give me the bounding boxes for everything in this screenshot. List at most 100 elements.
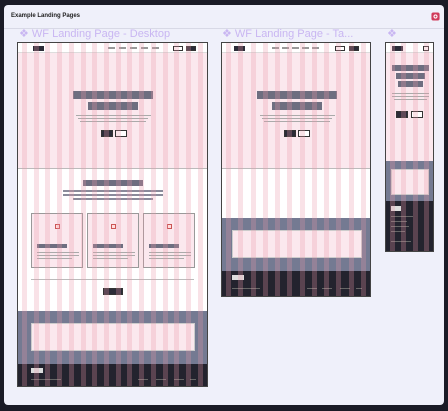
nav-link[interactable] [108, 47, 115, 49]
nav-cta-button[interactable] [349, 46, 359, 51]
nav-link[interactable] [282, 47, 289, 49]
footer-link[interactable] [391, 216, 413, 217]
hero-secondary-button[interactable] [115, 130, 127, 137]
frame-tablet[interactable] [221, 42, 371, 297]
hero-heading-line [272, 102, 322, 110]
footer-link[interactable] [190, 379, 196, 380]
nav-link[interactable] [312, 47, 319, 49]
section-divider [222, 168, 370, 169]
feature-card-text [93, 255, 135, 256]
tablet-footer [222, 271, 370, 296]
nav-link[interactable] [272, 47, 279, 49]
footer-link[interactable] [307, 288, 317, 289]
nav-link[interactable] [141, 47, 148, 49]
tablet-media-section [222, 218, 370, 273]
nav-link[interactable] [130, 47, 137, 49]
footer-link[interactable] [340, 288, 350, 289]
footer-link[interactable] [391, 221, 407, 222]
hero-heading-line [73, 91, 153, 99]
features-text-line [63, 190, 163, 192]
frame-desktop[interactable] [17, 42, 208, 387]
hero-secondary-button[interactable] [411, 111, 423, 118]
tablet-nav [222, 43, 370, 53]
feature-card[interactable] [87, 213, 139, 268]
footer-link[interactable] [138, 379, 148, 380]
hero-subtext-line [262, 118, 332, 119]
footer-copyright [391, 241, 411, 242]
feature-card-title [37, 244, 67, 248]
frame-label-tablet[interactable]: ❖ WF Landing Page - Ta... [222, 27, 368, 40]
nav-cta-button[interactable] [186, 46, 196, 51]
feature-card-icon [167, 224, 172, 229]
section-divider [18, 168, 207, 169]
feature-card-text [93, 252, 135, 253]
mobile-logo [392, 46, 403, 51]
hero-heading-line [257, 91, 337, 99]
content-placeholder [232, 183, 362, 211]
feature-card[interactable] [31, 213, 83, 268]
hero-primary-button[interactable] [396, 111, 408, 118]
feature-card-title [93, 244, 123, 248]
feature-card-title [149, 244, 179, 248]
footer-link[interactable] [391, 231, 405, 232]
hero-heading-line [396, 73, 425, 79]
nav-link[interactable] [152, 47, 159, 49]
footer-link[interactable] [391, 226, 409, 227]
footer-link[interactable] [156, 379, 166, 380]
hero-heading-line [88, 102, 138, 110]
hero-subtext-line [392, 93, 429, 94]
feature-card-text [37, 255, 79, 256]
plugin-icon[interactable] [431, 12, 440, 21]
frame-mobile[interactable] [385, 42, 434, 252]
feature-card-text [93, 258, 128, 259]
feature-card-text [149, 258, 184, 259]
feature-card-icon [111, 224, 116, 229]
feature-card[interactable] [143, 213, 195, 268]
hero-primary-button[interactable] [284, 130, 296, 137]
frame-label-mobile[interactable]: ❖ [387, 27, 434, 40]
nav-link[interactable] [302, 47, 309, 49]
footer-link[interactable] [322, 288, 332, 289]
hero-subtext-line [260, 115, 335, 116]
footer-logo [232, 275, 244, 280]
desktop-footer [18, 364, 207, 386]
footer-logo [391, 206, 401, 211]
hero-heading-line [392, 65, 429, 71]
nav-link[interactable] [119, 47, 126, 49]
desktop-nav [18, 43, 207, 53]
hero-heading-line [398, 81, 423, 87]
feature-card-text [37, 258, 72, 259]
footer-link[interactable] [174, 379, 184, 380]
example-landing-pages-panel: Example Landing Pages ❖ WF Landing Page … [4, 5, 444, 405]
footer-copyright [31, 379, 61, 380]
media-placeholder [232, 230, 362, 258]
frame-label-desktop[interactable]: ❖ WF Landing Page - Desktop [19, 27, 199, 40]
menu-button[interactable] [423, 46, 429, 51]
feature-card-text [37, 252, 79, 253]
mobile-footer [386, 201, 433, 251]
tablet-logo [234, 46, 245, 51]
panel-header: Example Landing Pages [4, 5, 444, 29]
panel-title: Example Landing Pages [11, 13, 81, 19]
mobile-hero [386, 53, 433, 161]
features-text-line [73, 198, 153, 200]
nav-button[interactable] [173, 46, 183, 51]
hero-subtext-line [392, 96, 429, 97]
feature-card-text [149, 252, 191, 253]
footer-link[interactable] [356, 288, 362, 289]
hero-secondary-button[interactable] [298, 130, 310, 137]
hero-subtext-line [76, 115, 151, 116]
nav-button[interactable] [335, 46, 345, 51]
hero-subtext-line [264, 121, 330, 122]
features-cta-button[interactable] [103, 288, 123, 295]
media-placeholder [391, 169, 429, 195]
feature-card-icon [55, 224, 60, 229]
media-placeholder [31, 323, 195, 351]
nav-link[interactable] [292, 47, 299, 49]
desktop-media-section [18, 311, 207, 366]
desktop-logo [33, 46, 44, 51]
mobile-nav [386, 43, 433, 53]
hero-primary-button[interactable] [101, 130, 113, 137]
tablet-hero [222, 53, 370, 168]
section-divider [31, 279, 194, 280]
